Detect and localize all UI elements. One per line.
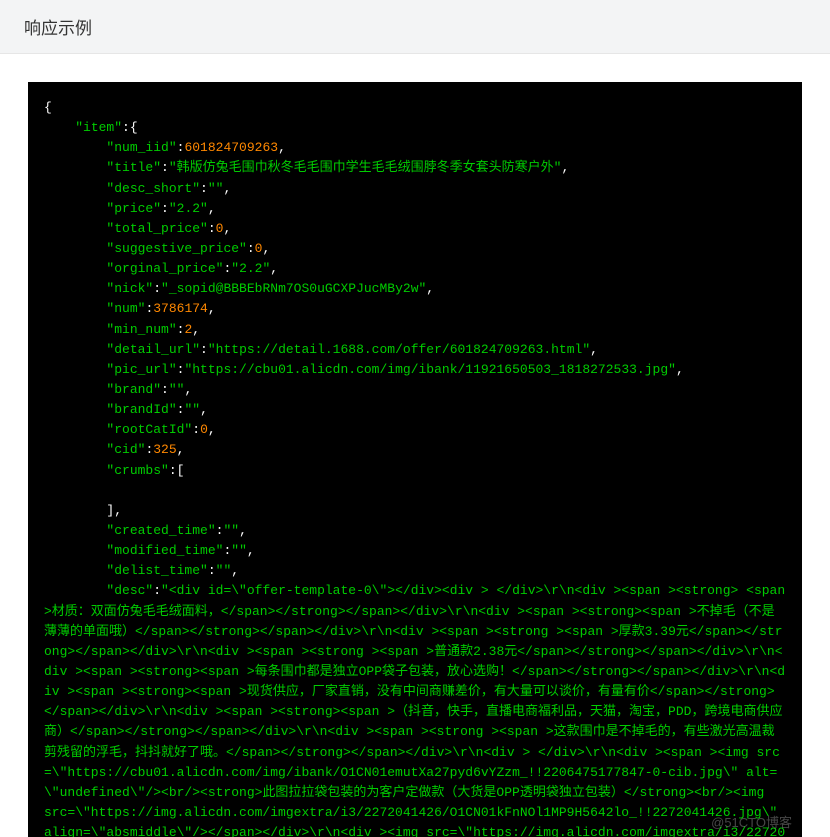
code-text: { "item":{ "num_iid":601824709263, "titl… <box>44 98 786 837</box>
code-block: { "item":{ "num_iid":601824709263, "titl… <box>28 82 802 837</box>
section-header: 响应示例 <box>0 0 830 54</box>
code-container: { "item":{ "num_iid":601824709263, "titl… <box>0 54 830 837</box>
watermark: @51CTO博客 <box>711 813 792 833</box>
section-title: 响应示例 <box>24 19 92 38</box>
